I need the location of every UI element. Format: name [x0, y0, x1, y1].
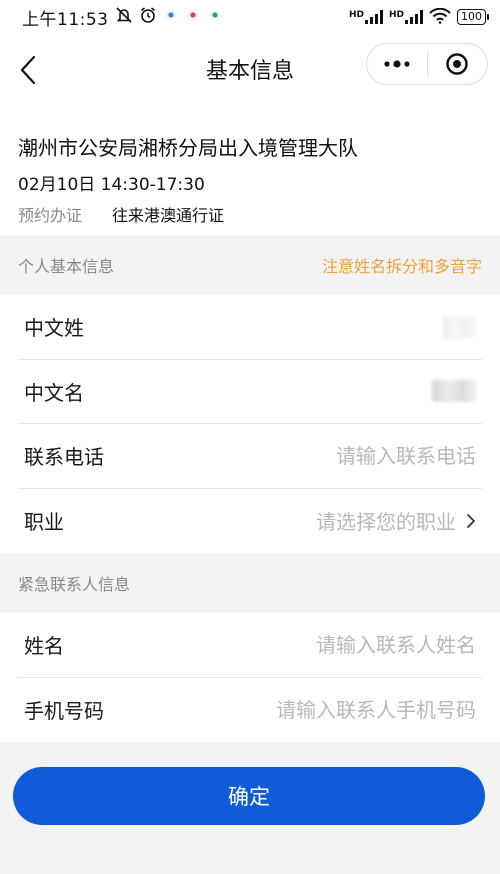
- status-bar: 上午11:53 HD HD 100: [0, 0, 500, 34]
- occupation-label: 职业: [24, 510, 64, 535]
- emergency-contact-form: 姓名 手机号码: [0, 613, 500, 742]
- given-name-row[interactable]: 中文名: [18, 360, 482, 424]
- more-dots-icon: [384, 60, 410, 68]
- contact-phone-row: 手机号码: [18, 678, 482, 743]
- appointment-type-row: 预约办证 往来港澳通行证: [18, 202, 224, 226]
- app-notification-icon: [207, 7, 223, 27]
- appointment-type-value: 往来港澳通行证: [112, 206, 225, 225]
- contact-name-input[interactable]: [236, 632, 476, 657]
- emergency-contact-header: 紧急联系人信息: [0, 553, 500, 613]
- confirm-button[interactable]: 确定: [13, 767, 485, 825]
- personal-info-form: 中文姓 中文名 联系电话 职业 请选择您的职业: [0, 295, 500, 553]
- office-name: 潮州市公安局湘桥分局出入境管理大队: [18, 136, 358, 160]
- contact-name-label: 姓名: [24, 634, 64, 659]
- nav-bar: 基本信息: [0, 34, 500, 104]
- section-title: 紧急联系人信息: [18, 575, 131, 594]
- contact-phone-label: 手机号码: [24, 699, 104, 724]
- surname-value-redacted: [442, 315, 476, 338]
- appointment-time: 02月10日 14:30-17:30: [18, 175, 205, 195]
- mute-bell-icon: [115, 6, 133, 28]
- occupation-row[interactable]: 职业 请选择您的职业: [18, 489, 482, 554]
- wifi-icon: [429, 7, 451, 27]
- appointment-info: 潮州市公安局湘桥分局出入境管理大队 02月10日 14:30-17:30 预约办…: [0, 104, 500, 235]
- battery-level: 100: [461, 10, 482, 23]
- contact-name-row: 姓名: [18, 613, 482, 678]
- close-miniprogram-button[interactable]: [428, 44, 488, 84]
- battery-icon: 100: [457, 9, 489, 25]
- given-name-label: 中文名: [24, 380, 84, 405]
- signal-icon: HD: [349, 10, 383, 24]
- network-type-label: HD: [388, 10, 404, 20]
- more-button[interactable]: [367, 44, 427, 84]
- phone-row: 联系电话: [18, 424, 482, 489]
- personal-info-header: 个人基本信息 注意姓名拆分和多音字: [0, 235, 500, 295]
- section-title: 个人基本信息: [18, 257, 115, 276]
- mini-program-capsule: [366, 43, 488, 85]
- appointment-type-label: 预约办证: [18, 206, 83, 225]
- phone-input[interactable]: [236, 443, 476, 468]
- app-notification-icon: [185, 7, 201, 27]
- target-circle-icon: [446, 53, 468, 75]
- chevron-left-icon: [20, 55, 36, 85]
- chevron-right-icon: [467, 513, 475, 528]
- signal-icon: HD: [389, 10, 423, 24]
- app-notification-icon: [163, 7, 179, 27]
- page-title: 基本信息: [205, 59, 294, 84]
- given-name-value-redacted: [432, 380, 476, 403]
- alarm-clock-icon: [139, 6, 157, 28]
- back-button[interactable]: [14, 54, 42, 86]
- contact-phone-input[interactable]: [216, 697, 476, 722]
- network-type-label: HD: [348, 10, 364, 20]
- status-time: 上午11:53: [22, 9, 109, 30]
- phone-label: 联系电话: [24, 445, 104, 470]
- surname-row[interactable]: 中文姓: [18, 295, 482, 360]
- occupation-select-placeholder: 请选择您的职业: [316, 510, 456, 535]
- name-split-notice: 注意姓名拆分和多音字: [321, 257, 482, 276]
- surname-label: 中文姓: [24, 316, 84, 341]
